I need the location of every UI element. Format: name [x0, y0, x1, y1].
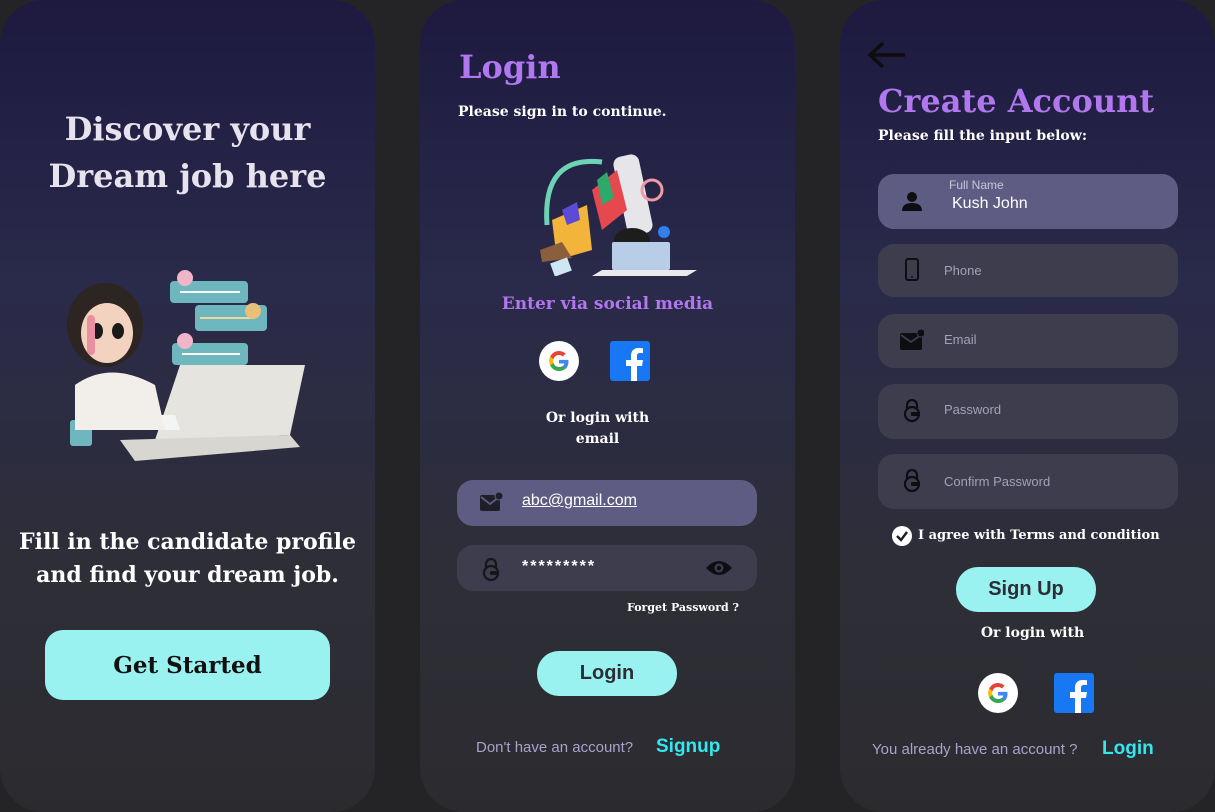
- facebook-signup-button[interactable]: [1053, 672, 1095, 714]
- login-link[interactable]: Login: [1102, 738, 1154, 760]
- create-account-subtitle: Please fill the input below:: [878, 128, 1087, 144]
- google-signup-button[interactable]: [977, 672, 1019, 714]
- facebook-icon: [610, 341, 650, 381]
- full-name-label: Full Name: [949, 178, 1004, 192]
- check-icon: [896, 531, 908, 542]
- email-field[interactable]: abc@gmail.com: [457, 480, 757, 526]
- sign-up-button[interactable]: Sign Up: [956, 567, 1096, 612]
- welcome-title-line2: Dream job here: [48, 157, 327, 195]
- password-field[interactable]: *********: [457, 545, 757, 591]
- email-value: abc@gmail.com: [522, 492, 637, 509]
- login-button[interactable]: Login: [537, 651, 677, 696]
- lock-icon: [903, 469, 921, 493]
- have-account-text: You already have an account ?: [872, 741, 1078, 758]
- mail-icon: [480, 491, 503, 511]
- password-placeholder: Password: [944, 402, 1002, 417]
- or-line1: Or login with: [545, 410, 650, 426]
- user-icon: [902, 192, 922, 211]
- welcome-subtitle-line1: Fill in the candidate profile: [18, 529, 356, 555]
- forget-password-link[interactable]: Forget Password ?: [627, 601, 739, 614]
- social-media-heading: Enter via social media: [501, 294, 714, 314]
- get-started-button[interactable]: Get Started: [45, 630, 330, 700]
- team-illustration: [540, 154, 697, 276]
- no-account-text: Don't have an account?: [476, 739, 634, 756]
- signup-password-field[interactable]: Password: [878, 384, 1178, 439]
- confirm-password-placeholder: Confirm Password: [944, 474, 1051, 489]
- create-account-title: Create Account: [878, 82, 1155, 120]
- email-placeholder: Email: [944, 332, 977, 347]
- lock-icon: [903, 399, 921, 423]
- welcome-title-line1: Discover your: [64, 110, 311, 148]
- lock-icon: [482, 558, 500, 582]
- welcome-subtitle-line2: and find your dream job.: [36, 562, 339, 588]
- confirm-password-field[interactable]: Confirm Password: [878, 454, 1178, 509]
- welcome-subtitle: Fill in the candidate profile and find y…: [0, 526, 375, 592]
- password-value: *********: [522, 558, 597, 575]
- welcome-title: Discover your Dream job here: [0, 106, 375, 200]
- phone-placeholder: Phone: [944, 263, 982, 278]
- mail-icon: [900, 329, 924, 350]
- full-name-value: Kush John: [952, 195, 1028, 212]
- google-icon: [539, 341, 579, 381]
- full-name-field[interactable]: Full Name Kush John: [878, 174, 1178, 229]
- google-icon: [978, 673, 1018, 713]
- phone-field[interactable]: Phone: [878, 244, 1178, 297]
- terms-text[interactable]: I agree with Terms and condition: [918, 528, 1160, 543]
- signup-link[interactable]: Signup: [656, 736, 720, 758]
- or-line2: email: [575, 431, 620, 447]
- welcome-screen: Discover your Dream job here Fill in the…: [0, 0, 375, 812]
- terms-checkbox[interactable]: [892, 526, 912, 546]
- or-login-with: Or login with: [980, 625, 1085, 641]
- arrow-left-icon[interactable]: [866, 40, 908, 70]
- girl-laptop-illustration: [67, 270, 305, 461]
- google-login-button[interactable]: [538, 340, 580, 382]
- login-title: Login: [459, 48, 561, 86]
- facebook-login-button[interactable]: [609, 340, 651, 382]
- phone-icon: [905, 258, 919, 281]
- facebook-icon: [1054, 673, 1094, 713]
- or-login-with-email: Or login with email: [520, 408, 675, 450]
- signup-screen: Create Account Please fill the input bel…: [840, 0, 1215, 812]
- eye-icon[interactable]: [705, 558, 733, 578]
- signup-email-field[interactable]: Email: [878, 314, 1178, 368]
- login-subtitle: Please sign in to continue.: [458, 104, 667, 120]
- login-screen: Login Please sign in to continue. Enter …: [420, 0, 795, 812]
